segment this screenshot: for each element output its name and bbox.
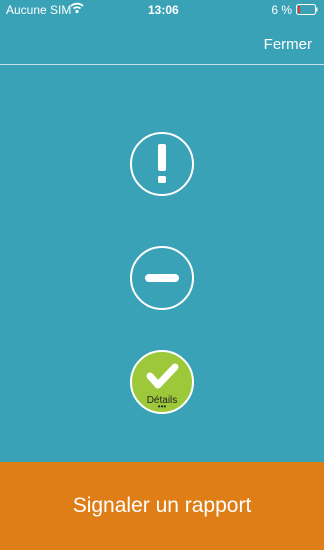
carrier-label: Aucune SIM [6,3,72,17]
details-dots: ••• [157,402,167,411]
ok-status-button[interactable]: Détails ••• [130,350,194,414]
screen: Aucune SIM 13:06 6 % Fermer Détails ••• … [0,0,324,550]
clock: 13:06 [148,3,179,17]
report-button[interactable]: Signaler un rapport [0,462,324,550]
battery-percent: 6 % [271,3,292,17]
warning-status-button[interactable] [130,132,194,196]
wifi-icon [70,2,84,14]
neutral-status-button[interactable] [130,246,194,310]
battery-icon [296,4,318,15]
status-bar: Aucune SIM 13:06 6 % [0,0,324,20]
minus-icon [145,274,179,282]
header-divider [0,64,324,65]
exclamation-icon [158,144,166,183]
close-button[interactable]: Fermer [264,36,312,53]
